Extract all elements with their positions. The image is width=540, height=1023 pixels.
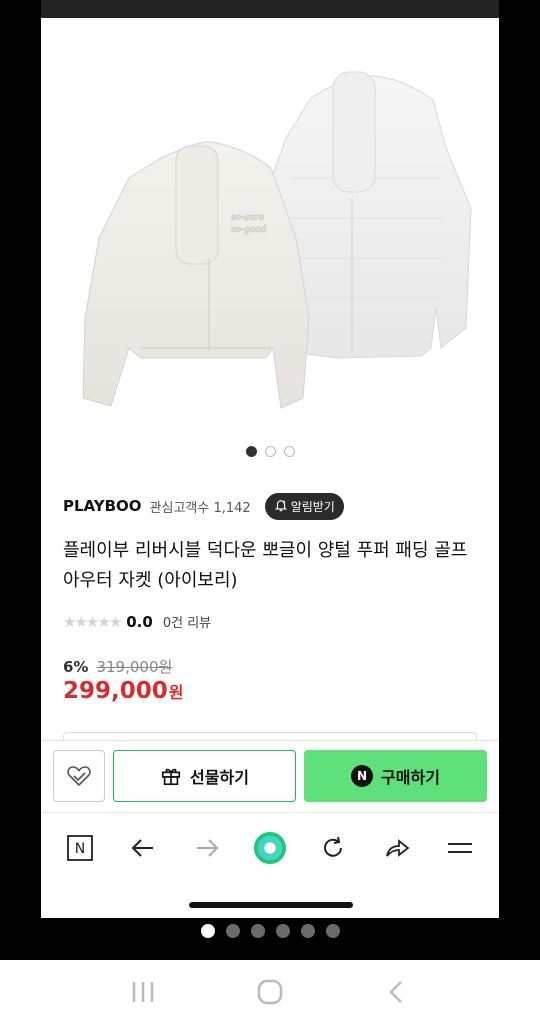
product-image[interactable]: so-sure so-good	[41, 18, 499, 428]
browser-toolbar: N	[41, 812, 499, 882]
brand-row: PLAYBOO 관심고객수 1,142 알림받기	[63, 492, 344, 520]
carousel-dot[interactable]	[245, 446, 257, 457]
bell-icon	[274, 500, 287, 512]
back-arrow-icon[interactable]	[126, 831, 160, 865]
star-rating-icon: ★★★★★	[63, 612, 122, 631]
pager-dot[interactable]	[225, 924, 240, 938]
buy-label: 구매하기	[381, 767, 440, 787]
fleece-jacket: so-sure so-good	[82, 141, 310, 409]
alarm-label: 알림받기	[290, 499, 335, 514]
recent-apps-icon[interactable]	[129, 979, 157, 1005]
pager-dot[interactable]	[300, 924, 315, 938]
svg-text:so-sure: so-sure	[231, 213, 264, 223]
menu-icon[interactable]	[443, 831, 477, 865]
status-bar	[41, 0, 499, 18]
alarm-button[interactable]: 알림받기	[264, 492, 344, 520]
review-count-link[interactable]: 0건 리뷰	[163, 612, 211, 631]
green-dot-icon[interactable]	[253, 831, 287, 865]
pager-dot[interactable]	[200, 924, 215, 938]
naver-pay-icon: N	[351, 764, 374, 787]
home-button-icon[interactable]	[256, 979, 284, 1005]
purchase-action-bar: 선물하기 N 구매하기	[41, 740, 499, 810]
product-title: 플레이부 리버시블 덕다운 뽀글이 양털 푸퍼 패딩 골프아우터 자켓 (아이보…	[63, 540, 468, 591]
jacket-photo: so-sure so-good	[82, 71, 472, 409]
svg-text:N: N	[75, 841, 85, 857]
svg-text:so-good: so-good	[231, 225, 267, 235]
original-price: 319,000원	[96, 658, 173, 676]
fan-count: 관심고객수 1,142	[149, 500, 251, 516]
sale-price-value: 299,000	[63, 678, 168, 704]
wishlist-button[interactable]	[53, 749, 105, 802]
carousel-dot[interactable]	[264, 446, 276, 457]
android-nav-bar	[0, 960, 540, 1023]
price-unit: 원	[168, 683, 184, 702]
screenshot-pager	[0, 924, 540, 938]
buy-button[interactable]: N 구매하기	[304, 749, 487, 802]
forward-arrow-icon[interactable]	[190, 831, 224, 865]
carousel-dot[interactable]	[283, 446, 295, 457]
pager-dot[interactable]	[250, 924, 265, 938]
gift-icon	[161, 768, 181, 785]
naver-home-icon[interactable]: N	[63, 831, 97, 865]
gift-label: 선물하기	[190, 767, 249, 787]
rating-row: ★★★★★ 0.0 0건 리뷰	[63, 612, 211, 632]
pager-dot[interactable]	[275, 924, 290, 938]
brand-name[interactable]: PLAYBOO	[63, 497, 142, 515]
price-discount-row: 6% 319,000원	[63, 656, 172, 677]
sale-price: 299,000원	[63, 678, 184, 704]
image-carousel-dots	[41, 446, 499, 457]
refresh-icon[interactable]	[316, 831, 350, 865]
rating-score: 0.0	[126, 612, 153, 631]
gift-button[interactable]: 선물하기	[113, 749, 296, 802]
device-frame: so-sure so-good PLAYBOO 관심고객수 1,142 알림받기…	[0, 0, 540, 1023]
product-page: so-sure so-good PLAYBOO 관심고객수 1,142 알림받기…	[41, 18, 499, 918]
discount-rate: 6%	[63, 657, 89, 676]
home-indicator[interactable]	[189, 902, 353, 908]
back-button-icon[interactable]	[383, 979, 411, 1005]
share-icon[interactable]	[380, 831, 414, 865]
heart-icon	[67, 765, 91, 786]
pager-dot[interactable]	[325, 924, 340, 938]
